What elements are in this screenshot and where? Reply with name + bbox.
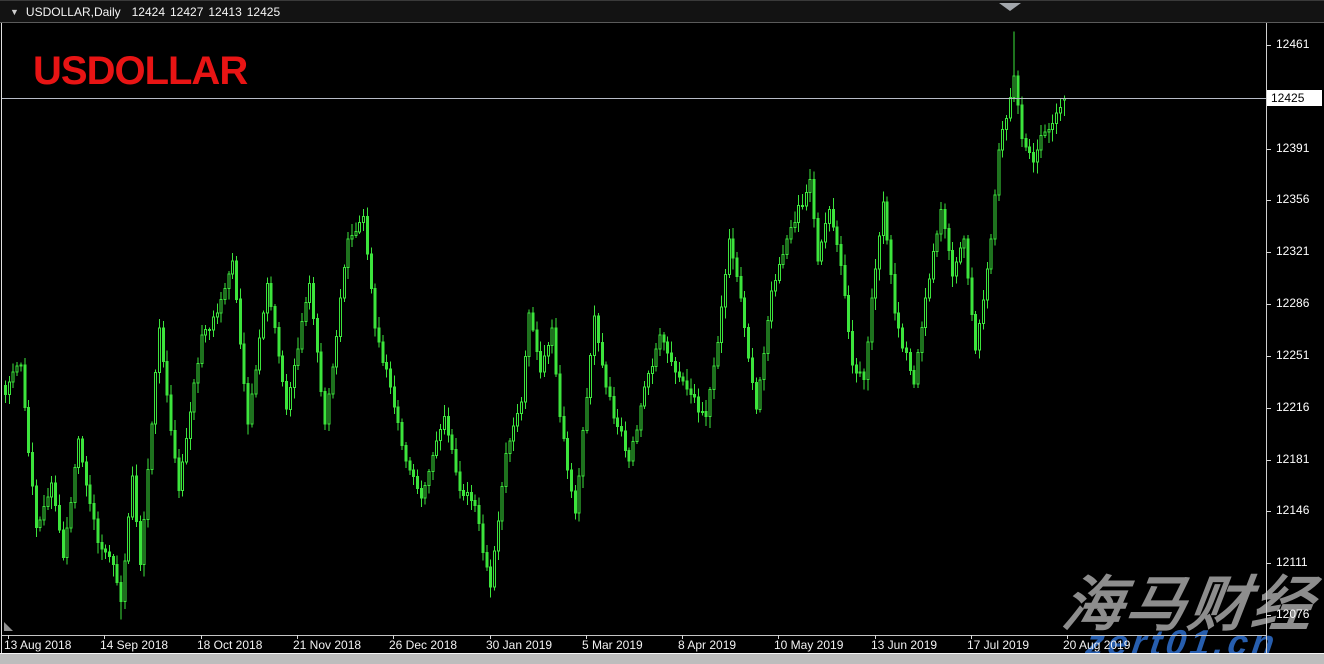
ohlc-low-value: 12413 (208, 5, 241, 19)
collapse-chart-icon[interactable]: ▼ (10, 7, 19, 17)
time-axis-label: 5 Mar 2019 (582, 638, 643, 652)
price-axis-label: 12356 (1276, 192, 1309, 206)
time-axis-label: 26 Dec 2018 (389, 638, 457, 652)
price-axis-tick (1266, 252, 1271, 253)
price-axis-tick (1266, 615, 1271, 616)
price-axis-label: 12181 (1276, 452, 1309, 466)
time-axis-label: 21 Nov 2018 (293, 638, 361, 652)
time-axis-label: 14 Sep 2018 (100, 638, 168, 652)
ohlc-open-value: 12424 (132, 5, 165, 19)
price-axis-label: 12321 (1276, 244, 1309, 258)
current-price-label: 12425 (1267, 90, 1322, 106)
price-axis-tick (1266, 149, 1271, 150)
price-axis[interactable]: 12461 12391 12356 12321 12286 12251 12216 12181… (1266, 23, 1324, 653)
price-axis-tick (1266, 511, 1271, 512)
time-axis-label: 8 Apr 2019 (678, 638, 736, 652)
price-axis-label: 12076 (1276, 607, 1309, 621)
time-axis-label: 13 Jun 2019 (871, 638, 937, 652)
time-axis[interactable]: 13 Aug 2018 14 Sep 2018 18 Oct 2018 21 Nov … (0, 635, 1324, 653)
price-axis-label: 12391 (1276, 141, 1309, 155)
price-axis-label: 12286 (1276, 296, 1309, 310)
price-axis-label: 12111 (1276, 555, 1308, 569)
price-chart-canvas[interactable] (2, 23, 1266, 635)
time-axis-label: 10 May 2019 (774, 638, 843, 652)
price-axis-label: 12216 (1276, 400, 1309, 414)
window-bottom-strip (0, 653, 1324, 664)
ohlc-readout: 12424 12427 12413 12425 (132, 5, 281, 19)
gray-down-arrow-marker-icon[interactable] (999, 3, 1021, 11)
time-axis-label: 20 Aug 2019 (1063, 638, 1130, 652)
price-axis-tick (1266, 304, 1271, 305)
price-axis-label: 12146 (1276, 503, 1309, 517)
price-axis-label: 12461 (1276, 37, 1309, 51)
price-axis-tick (1266, 563, 1271, 564)
time-axis-label: 13 Aug 2018 (4, 638, 71, 652)
ohlc-close-value: 12425 (247, 5, 280, 19)
candles-group (5, 32, 1066, 620)
chart-area[interactable]: USDOLLAR (2, 23, 1266, 635)
price-axis-tick (1266, 45, 1271, 46)
time-axis-label: 30 Jan 2019 (486, 638, 552, 652)
gray-corner-triangle-icon (4, 622, 13, 631)
price-axis-tick (1266, 460, 1271, 461)
chart-title-bar: ▼ USDOLLAR,Daily 12424 12427 12413 12425 (0, 0, 1324, 23)
symbol-watermark: USDOLLAR (33, 49, 247, 94)
price-axis-tick (1266, 356, 1271, 357)
time-axis-label: 18 Oct 2018 (197, 638, 262, 652)
price-axis-label: 12251 (1276, 348, 1309, 362)
price-axis-tick (1266, 408, 1271, 409)
ohlc-high-value: 12427 (170, 5, 203, 19)
chart-symbol-period-label: USDOLLAR,Daily (26, 5, 121, 19)
window-left-border (1, 23, 2, 653)
mt4-chart-window: ▼ USDOLLAR,Daily 12424 12427 12413 12425… (0, 0, 1324, 664)
time-axis-label: 17 Jul 2019 (967, 638, 1029, 652)
price-axis-tick (1266, 200, 1271, 201)
